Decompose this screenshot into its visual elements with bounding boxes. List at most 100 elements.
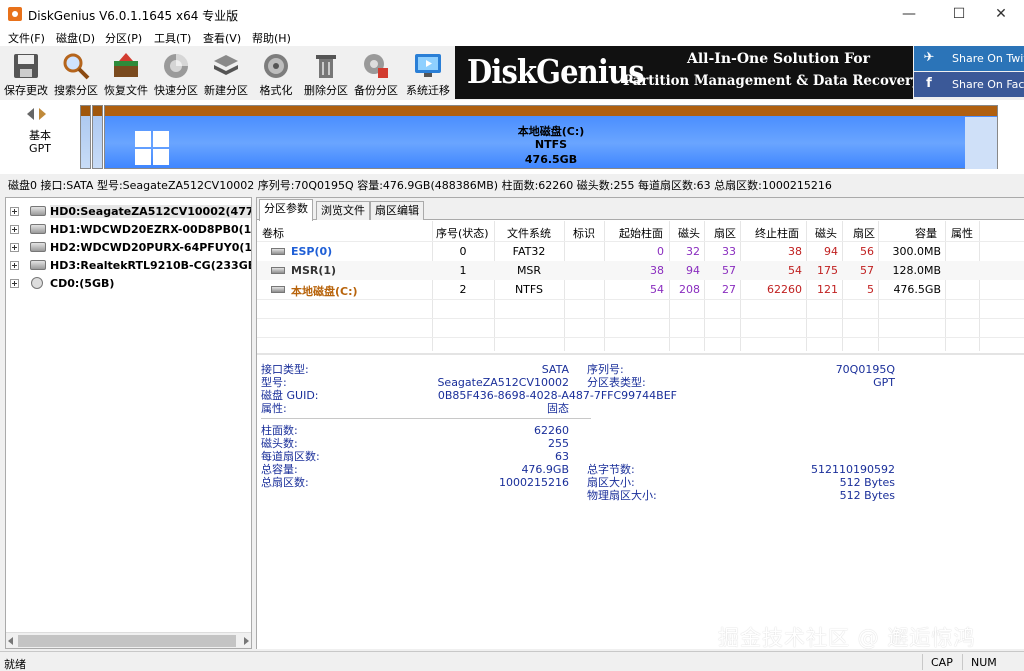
quick-partition-button[interactable]: 快速分区: [151, 48, 201, 98]
format-button[interactable]: 格式化: [251, 48, 301, 98]
tree-horizontal-scrollbar[interactable]: [6, 632, 251, 648]
backup-partition-button[interactable]: 备份分区: [351, 48, 401, 98]
column-header[interactable]: 扇区: [714, 225, 736, 241]
partition-free-tail: [965, 117, 997, 169]
partition-block-msr[interactable]: [92, 105, 103, 169]
partition-icon: [271, 286, 285, 293]
section-divider: [257, 353, 1024, 355]
menu-view[interactable]: 查看(V): [203, 30, 241, 46]
table-row[interactable]: ESP(0) 0 FAT32 0 32 33 38 94 56 300.0MB: [257, 242, 1024, 261]
disk-nav-arrows: [27, 108, 53, 120]
expand-icon[interactable]: [10, 207, 19, 216]
scrollbar-thumb[interactable]: [18, 635, 236, 647]
recover-files-button[interactable]: 恢复文件: [101, 48, 151, 98]
partition-block-esp[interactable]: [80, 105, 91, 169]
app-window: DiskGenius V6.0.1.1645 x64 专业版 — ☐ ✕ 文件(…: [0, 0, 1024, 671]
detail-label: 总扇区数:: [261, 476, 309, 489]
detail-label: 型号:: [261, 376, 287, 389]
column-header[interactable]: 标识: [573, 225, 595, 241]
column-header[interactable]: 终止柱面: [755, 225, 799, 241]
detail-value: GPT: [873, 376, 895, 389]
row-end-head: 175: [817, 264, 838, 277]
search-partition-button[interactable]: 搜索分区: [51, 48, 101, 98]
scroll-right-icon[interactable]: [244, 637, 249, 645]
row-fs: MSR: [516, 264, 542, 277]
status-text: 就绪: [4, 658, 26, 671]
detail-label: 属性:: [261, 402, 287, 415]
tree-item-label: CD0:(5GB): [50, 277, 115, 290]
detail-label: 每道扇区数:: [261, 450, 320, 463]
column-header[interactable]: 起始柱面: [619, 225, 663, 241]
detail-value: 255: [548, 437, 569, 450]
tab-sector-edit[interactable]: 扇区编辑: [370, 201, 424, 220]
column-header[interactable]: 磁头: [678, 225, 700, 241]
tab-browse-files[interactable]: 浏览文件: [316, 201, 370, 220]
detail-value: 512110190592: [811, 463, 895, 476]
partition-icon: [271, 248, 285, 255]
menu-tools[interactable]: 工具(T): [154, 30, 191, 46]
delete-partition-button[interactable]: 删除分区: [301, 48, 351, 98]
tab-partition-params[interactable]: 分区参数: [259, 199, 313, 221]
watermark-text: 掘金技术社区 @ 邂逅惊鸿: [718, 626, 976, 650]
expand-icon[interactable]: [10, 261, 19, 270]
detail-label: 磁头数:: [261, 437, 298, 450]
column-header[interactable]: 卷标: [262, 225, 284, 241]
recover-files-icon: [114, 53, 138, 77]
column-header[interactable]: 扇区: [853, 225, 875, 241]
column-header[interactable]: 序号(状态): [436, 225, 489, 241]
format-icon: [264, 54, 288, 78]
save-changes-button[interactable]: 保存更改: [1, 48, 51, 98]
cd-drive-icon: [31, 277, 43, 289]
row-end-head: 121: [817, 283, 838, 296]
expand-icon[interactable]: [10, 225, 19, 234]
detail-value: 62260: [534, 424, 569, 437]
column-header[interactable]: 文件系统: [507, 225, 551, 241]
menu-file[interactable]: 文件(F): [8, 30, 45, 46]
column-header[interactable]: 磁头: [815, 225, 837, 241]
partition-block-c[interactable]: 本地磁盘(C:) NTFS 476.5GB: [104, 105, 998, 169]
previous-disk-icon[interactable]: [27, 108, 34, 120]
detail-value: 512 Bytes: [839, 489, 895, 502]
toolbar-label: 系统迁移: [406, 84, 450, 97]
maximize-button[interactable]: ☐: [936, 0, 982, 29]
scroll-left-icon[interactable]: [8, 637, 13, 645]
expand-icon[interactable]: [10, 279, 19, 288]
system-migration-button[interactable]: 系统迁移: [403, 48, 453, 98]
product-banner[interactable]: DiskGenius All-In-One Solution For Parti…: [455, 46, 913, 99]
next-disk-icon[interactable]: [39, 108, 46, 120]
row-size: 300.0MB: [892, 245, 941, 258]
share-twitter-button[interactable]: ✈ Share On Twitter: [914, 46, 1024, 71]
expand-icon[interactable]: [10, 243, 19, 252]
tree-item-label: HD3:RealtekRTL9210B-CG(233GB): [50, 259, 252, 272]
row-index: 0: [459, 245, 467, 258]
menu-help[interactable]: 帮助(H): [252, 30, 291, 46]
search-partition-icon: [63, 53, 90, 80]
partition-name: 本地磁盘(C:): [517, 125, 585, 138]
close-button[interactable]: ✕: [978, 0, 1024, 29]
detail-value: SeagateZA512CV10002: [437, 376, 569, 389]
row-start-sec: 27: [722, 283, 736, 296]
new-partition-button[interactable]: 新建分区: [201, 48, 251, 98]
tree-item-label: HD2:WDCWD20PURX-64PFUY0(1863GB): [50, 241, 252, 254]
row-end-head: 94: [824, 245, 838, 258]
quick-partition-icon: [164, 54, 188, 78]
tree-item-label: HD0:SeagateZA512CV10002(477GB): [50, 205, 251, 218]
toolbar-label: 备份分区: [354, 84, 398, 97]
table-row[interactable]: MSR(1) 1 MSR 38 94 57 54 175 57 128.0MB: [257, 261, 1024, 280]
column-header[interactable]: 属性: [951, 225, 973, 241]
table-row[interactable]: 本地磁盘(C:) 2 NTFS 54 208 27 62260 121 5 47…: [257, 280, 1024, 299]
minimize-button[interactable]: —: [886, 0, 932, 29]
detail-value: 70Q0195Q: [835, 363, 895, 376]
detail-value: 1000215216: [499, 476, 569, 489]
row-start-sec: 33: [722, 245, 736, 258]
save-changes-icon: [14, 54, 38, 78]
detail-label: 柱面数:: [261, 424, 298, 437]
hard-disk-icon: [30, 260, 46, 270]
detail-value: 63: [555, 450, 569, 463]
column-header[interactable]: 容量: [915, 225, 937, 241]
menu-disk[interactable]: 磁盘(D): [56, 30, 95, 46]
share-facebook-button[interactable]: f Share On Facebook: [914, 72, 1024, 97]
detail-label: 物理扇区大小:: [587, 489, 657, 502]
facebook-icon: f: [926, 76, 932, 91]
menu-partition[interactable]: 分区(P): [105, 30, 142, 46]
